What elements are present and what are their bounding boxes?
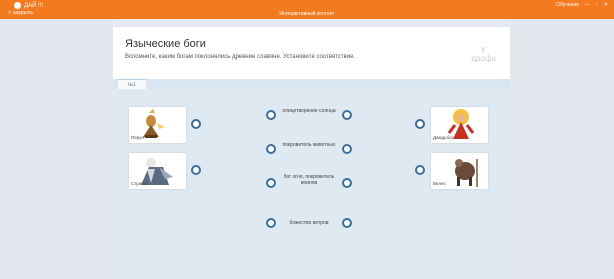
exercise-header: Языческие боги Вспомните, каким богам по… [113, 27, 510, 79]
window-mode-label[interactable]: Обучение [556, 2, 579, 8]
connector-term-3-right[interactable] [342, 178, 352, 188]
term-sun: олицетворение солнца [282, 108, 336, 114]
term-winds: божество ветров [289, 220, 329, 226]
app-logo-icon [14, 2, 21, 9]
god-name-perun: Перун [131, 135, 144, 140]
exercise-title: Языческие боги [125, 38, 206, 50]
connector-term-1-left[interactable] [266, 110, 276, 120]
window-controls: Обучение — ▫ ✕ [556, 2, 608, 8]
minimize-icon[interactable]: — [585, 2, 590, 8]
connector-term-4-left[interactable] [266, 218, 276, 228]
god-name-stribog: Стрибог [131, 181, 149, 186]
connector-veles[interactable] [415, 165, 425, 175]
connector-perun[interactable] [191, 119, 201, 129]
term-animals: покровитель животных [282, 142, 336, 148]
matching-area: Перун Стрибог олицетворение солнца покро… [113, 89, 510, 279]
term-fire-warriors: бог огня, покровитель воинов [283, 174, 335, 186]
god-name-veles: Велес [433, 181, 446, 186]
connector-dazhdbog[interactable] [415, 119, 425, 129]
window-center-title: Интерактивный контент [279, 11, 335, 17]
card-veles[interactable]: Велес [431, 153, 488, 189]
connector-stribog[interactable] [191, 165, 201, 175]
connector-term-4-right[interactable] [342, 218, 352, 228]
brand-text: дрофа [471, 54, 496, 63]
connector-term-2-right[interactable] [342, 144, 352, 154]
close-icon[interactable]: ✕ [604, 2, 608, 8]
right-margin [510, 19, 614, 279]
left-margin [0, 19, 113, 279]
app-title: ДАЙ !!! [14, 2, 43, 9]
card-stribog[interactable]: Стрибог [129, 153, 186, 189]
brand-bird-icon: 𝛾 [481, 44, 487, 54]
exercise-panel: Языческие боги Вспомните, каким богам по… [113, 27, 510, 279]
god-name-dazhdbog: Даждьбог [433, 135, 454, 140]
brand-logo: 𝛾 дрофа [471, 44, 496, 64]
maximize-icon[interactable]: ▫ [596, 2, 598, 8]
exercise-subtitle: Вспомните, каким богам поклонялись древн… [125, 54, 356, 60]
tab-strip [113, 79, 510, 89]
connector-term-3-left[interactable] [266, 178, 276, 188]
card-dazhdbog[interactable]: Даждьбог [431, 107, 488, 143]
connector-term-2-left[interactable] [266, 144, 276, 154]
connector-term-1-right[interactable] [342, 110, 352, 120]
title-bar: ДАЙ !!! × закрыть Интерактивный контент … [0, 0, 614, 19]
app-title-text: ДАЙ !!! [24, 3, 44, 10]
card-perun[interactable]: Перун [129, 107, 186, 143]
